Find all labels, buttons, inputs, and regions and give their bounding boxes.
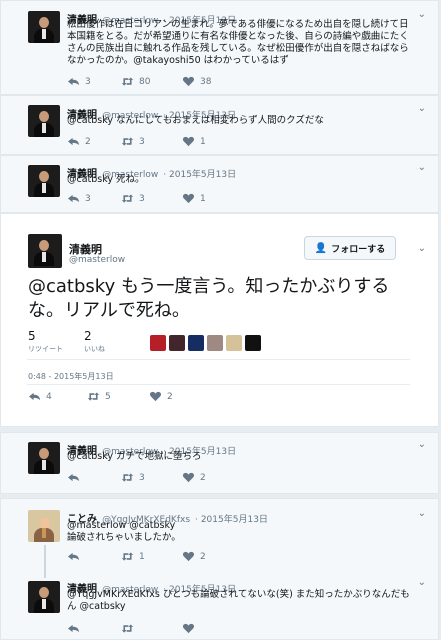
- like-button[interactable]: 2: [182, 551, 206, 562]
- like-button[interactable]: 1: [182, 136, 206, 147]
- tweet-text: @catbsky なんにしてもおまえは相変わらず人間のクズだな: [67, 115, 324, 126]
- chevron-down-icon[interactable]: ⌄: [418, 103, 426, 114]
- separator: [27, 359, 410, 360]
- heart-icon: [149, 391, 162, 402]
- tweet-text: @catbsky 死ね。: [67, 174, 145, 185]
- tweet-actions: 2 3 1: [67, 136, 267, 148]
- avatar[interactable]: [207, 335, 223, 351]
- tweet-text: 松田優作は在日コリアンの生まれ。夢である俳優になるため出自を隠し続けて日 本国籍…: [67, 19, 409, 66]
- chevron-down-icon[interactable]: ⌄: [418, 243, 426, 254]
- tweet-text: @YqgJvMKrXEdKfxs ひとつも論破されてないな(笑) また知ったかぶ…: [67, 589, 410, 612]
- heart-icon: [182, 193, 195, 204]
- chevron-down-icon[interactable]: ⌄: [418, 439, 426, 450]
- timestamp[interactable]: 0:48 - 2015年5月13日: [28, 371, 114, 382]
- tweet-actions: 3 80 38: [67, 76, 267, 88]
- heart-icon: [182, 76, 195, 87]
- reply-icon: [68, 77, 79, 86]
- like-label[interactable]: いいね: [84, 344, 105, 354]
- like-button[interactable]: [182, 623, 195, 634]
- avatar[interactable]: [28, 11, 60, 43]
- avatar[interactable]: [226, 335, 242, 351]
- reply-button[interactable]: [67, 623, 80, 634]
- retweet-count[interactable]: 5: [28, 329, 36, 343]
- retweet-button[interactable]: 1: [121, 551, 145, 562]
- heart-icon: [182, 472, 195, 483]
- chevron-down-icon[interactable]: ⌄: [418, 162, 426, 173]
- avatar[interactable]: [28, 105, 60, 137]
- tweet-actions: [67, 623, 267, 635]
- retweet-icon: [121, 624, 134, 633]
- tweet-card[interactable]: ことみ @YqgJvMKrXEdKfxs · 2015年5月13日 ⌄ @mas…: [0, 498, 439, 640]
- retweet-icon: [121, 137, 134, 146]
- heart-icon: [182, 623, 195, 634]
- avatar[interactable]: [150, 335, 166, 351]
- retweet-button[interactable]: 80: [121, 76, 150, 87]
- tweet-thread-page: 清義明 @masterlow · 2015年5月12日 ⌄ 松田優作は在日コリア…: [0, 0, 441, 640]
- tweet-actions: 4 5 2: [28, 391, 198, 403]
- add-user-icon: 👤: [314, 242, 328, 254]
- avatar[interactable]: [28, 165, 60, 197]
- tweet-card[interactable]: 清義明 @masterlow · 2015年5月12日 ⌄ 松田優作は在日コリア…: [0, 0, 439, 95]
- tweet-card[interactable]: 清義明 @masterlow · 2015年5月13日 ⌄ @catbsky 死…: [0, 155, 439, 213]
- like-button[interactable]: 2: [149, 391, 173, 402]
- username[interactable]: @masterlow: [69, 255, 125, 265]
- like-button[interactable]: 38: [182, 76, 211, 87]
- avatar[interactable]: [28, 442, 60, 474]
- reply-button[interactable]: 3: [67, 193, 91, 204]
- reply-icon: [68, 137, 79, 146]
- avatar[interactable]: [28, 581, 60, 613]
- separator: [27, 384, 410, 385]
- chevron-down-icon[interactable]: ⌄: [418, 577, 426, 588]
- reply-icon: [29, 392, 40, 401]
- reply-button[interactable]: [67, 472, 80, 483]
- retweet-icon: [121, 552, 134, 561]
- reply-icon: [68, 624, 79, 633]
- retweet-button[interactable]: 3: [121, 472, 145, 483]
- heart-icon: [182, 136, 195, 147]
- reply-icon: [68, 473, 79, 482]
- retweet-button[interactable]: 5: [87, 391, 111, 402]
- tweet-card[interactable]: 清義明 @masterlow · 2015年5月13日 ⌄ @catbsky ガ…: [0, 432, 439, 494]
- retweet-button[interactable]: 3: [121, 136, 145, 147]
- conversation-thread-line: [44, 545, 46, 578]
- retweeter-avatars: [150, 335, 261, 351]
- tweet-actions: 3 3 1: [67, 193, 267, 205]
- retweet-icon: [121, 77, 134, 86]
- reply-button[interactable]: 2: [67, 136, 91, 147]
- tweet-actions: 3 2: [67, 472, 267, 484]
- avatar[interactable]: [188, 335, 204, 351]
- retweet-button[interactable]: 3: [121, 193, 145, 204]
- reply-button[interactable]: [67, 551, 80, 562]
- tweet-text: @masterlow @catbsky 論破されちゃいましたか。: [67, 520, 181, 543]
- reply-button[interactable]: 3: [67, 76, 91, 87]
- chevron-down-icon[interactable]: ⌄: [418, 508, 426, 519]
- reply-button[interactable]: 4: [28, 391, 52, 402]
- avatar[interactable]: [28, 234, 62, 268]
- retweet-label[interactable]: リツイート: [28, 344, 63, 354]
- heart-icon: [182, 551, 195, 562]
- avatar[interactable]: [169, 335, 185, 351]
- like-button[interactable]: 1: [182, 193, 206, 204]
- reply-icon: [68, 194, 79, 203]
- tweet-card[interactable]: 清義明 @masterlow · 2015年5月13日 ⌄ @catbsky な…: [0, 95, 439, 155]
- tweet-text: @catbsky ガチで地獄に堕ちろ: [67, 451, 202, 462]
- retweet-button[interactable]: [121, 623, 134, 634]
- tweet-actions: 1 2: [67, 551, 267, 563]
- retweet-icon: [121, 473, 134, 482]
- retweet-icon: [121, 194, 134, 203]
- reply-icon: [68, 552, 79, 561]
- retweet-icon: [87, 392, 100, 401]
- like-button[interactable]: 2: [182, 472, 206, 483]
- main-tweet-text: @catbsky もう一度言う。知ったかぶりするな。リアルで死ね。: [28, 276, 390, 321]
- avatar[interactable]: [245, 335, 261, 351]
- avatar[interactable]: [28, 510, 60, 542]
- follow-button[interactable]: 👤 フォローする: [304, 236, 396, 260]
- like-count[interactable]: 2: [84, 329, 92, 343]
